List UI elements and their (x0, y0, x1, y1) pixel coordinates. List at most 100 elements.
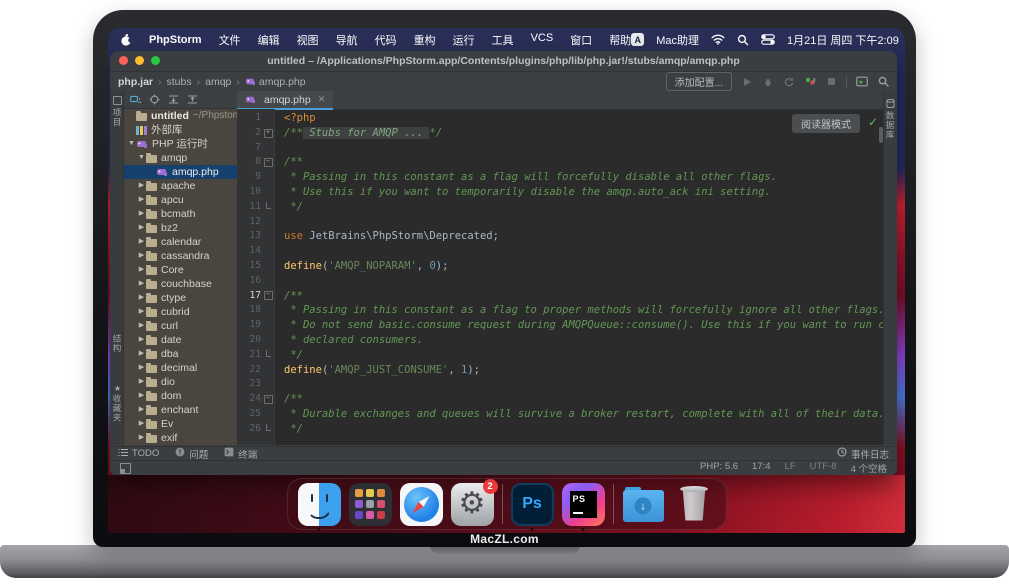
menu-item-2[interactable]: 视图 (297, 32, 319, 48)
inspections-ok-icon[interactable]: ✓ (868, 115, 878, 129)
code-line-24[interactable]: 24−/** (237, 392, 884, 407)
code-line-18[interactable]: 18 * Passing in this constant as a flag … (237, 303, 884, 318)
code-line-1[interactable]: 1<?php (237, 111, 884, 126)
tree-item-Ev[interactable]: ▶Ev (124, 417, 237, 431)
tree-arrow-icon[interactable]: ▶ (137, 305, 146, 319)
breadcrumb-item-3[interactable]: amqp.php (245, 76, 306, 88)
code-line-11[interactable]: 11 */ (237, 200, 884, 215)
control-center-icon[interactable] (761, 34, 775, 45)
code-line-20[interactable]: 20 * declared consumers. (237, 333, 884, 348)
profiler-button[interactable] (804, 76, 816, 88)
tree-arrow-icon[interactable]: ▶ (137, 249, 146, 263)
menu-item-4[interactable]: 代码 (375, 32, 397, 48)
dock-icon-phpstorm[interactable]: PS (562, 483, 605, 526)
run-anything-button[interactable] (856, 76, 868, 88)
tree-item-calendar[interactable]: ▶calendar (124, 235, 237, 249)
tree-item-bz2[interactable]: ▶bz2 (124, 221, 237, 235)
tool-tab-favorites[interactable]: ★收藏夹 (110, 384, 123, 423)
tree-item-PHP 运行时[interactable]: ▼PHP 运行时 (124, 137, 237, 151)
tree-item-apache[interactable]: ▶apache (124, 179, 237, 193)
fold-marker-icon[interactable]: + (261, 126, 275, 141)
code-line-23[interactable]: 23 (237, 377, 884, 392)
tree-item-curl[interactable]: ▶curl (124, 319, 237, 333)
menu-item-3[interactable]: 导航 (336, 32, 358, 48)
event-log-button[interactable]: 事件日志 (837, 447, 889, 461)
tree-arrow-icon[interactable]: ▶ (137, 193, 146, 207)
fold-marker-icon[interactable] (261, 348, 275, 363)
input-source-icon[interactable]: A (631, 33, 644, 46)
code-line-14[interactable]: 14 (237, 244, 884, 259)
终端-toolwindow-button[interactable]: 终端 (224, 447, 257, 461)
dock-icon-photoshop[interactable]: Ps (511, 483, 554, 526)
tree-arrow-icon[interactable]: ▶ (137, 263, 146, 277)
dock-icon-trash[interactable] (673, 483, 716, 526)
code-line-19[interactable]: 19 * Do not send basic.consume request d… (237, 318, 884, 333)
status-item-4[interactable]: 4 个空格 (851, 461, 887, 475)
tree-arrow-icon[interactable]: ▶ (137, 207, 146, 221)
search-button[interactable] (877, 76, 889, 88)
locate-icon[interactable] (149, 94, 160, 105)
run-configurations-button[interactable]: 添加配置... (666, 72, 732, 91)
code-line-16[interactable]: 16 (237, 274, 884, 289)
tree-arrow-icon[interactable]: ▶ (137, 431, 146, 445)
tree-item-amqp.php[interactable]: amqp.php (124, 165, 237, 179)
dock-icon-downloads-folder[interactable]: ↓ (622, 483, 665, 526)
menu-item-0[interactable]: 文件 (219, 32, 241, 48)
menu-app-name[interactable]: PhpStorm (149, 34, 202, 46)
zoom-window-button[interactable] (151, 56, 160, 65)
tree-item-Core[interactable]: ▶Core (124, 263, 237, 277)
tree-arrow-icon[interactable]: ▶ (137, 221, 146, 235)
expand-all-icon[interactable] (168, 94, 179, 105)
tool-window-toggle-icon[interactable] (120, 463, 131, 474)
stop-button[interactable] (825, 76, 837, 88)
status-item-3[interactable]: UTF-8 (810, 461, 837, 475)
breadcrumb-item-1[interactable]: stubs (167, 76, 192, 88)
tree-item-ctype[interactable]: ▶ctype (124, 291, 237, 305)
tree-arrow-icon[interactable]: ▶ (137, 347, 146, 361)
tree-arrow-icon[interactable]: ▶ (137, 235, 146, 249)
menu-item-7[interactable]: 工具 (492, 32, 514, 48)
reader-mode-button[interactable]: 阅读器模式 (792, 114, 860, 133)
coverage-button[interactable] (783, 76, 795, 88)
status-item-2[interactable]: LF (785, 461, 796, 475)
code-line-17[interactable]: 17−/** (237, 289, 884, 304)
code-line-8[interactable]: 8−/** (237, 155, 884, 170)
tool-tab-project[interactable]: 项目 (110, 94, 123, 127)
fold-marker-icon[interactable]: − (261, 289, 275, 304)
menu-clock[interactable]: 1月21日 周四 下午2:09 (787, 32, 899, 48)
run-button[interactable] (741, 76, 753, 88)
tree-arrow-icon[interactable]: ▶ (137, 179, 146, 193)
tree-arrow-icon[interactable]: ▶ (137, 361, 146, 375)
menu-item-1[interactable]: 编辑 (258, 32, 280, 48)
assistant-menu-item[interactable]: Mac助理 (656, 32, 699, 48)
menu-item-8[interactable]: VCS (531, 32, 554, 48)
tree-item-exif[interactable]: ▶exif (124, 431, 237, 445)
close-window-button[interactable] (119, 56, 128, 65)
tree-item-enchant[interactable]: ▶enchant (124, 403, 237, 417)
tree-item-dio[interactable]: ▶dio (124, 375, 237, 389)
code-line-22[interactable]: 22define('AMQP_JUST_CONSUME', 1); (237, 363, 884, 378)
tree-item-cubrid[interactable]: ▶cubrid (124, 305, 237, 319)
menu-item-10[interactable]: 帮助 (609, 32, 631, 48)
fold-marker-icon[interactable] (261, 422, 275, 437)
code-line-10[interactable]: 10 * Use this if you want to temporarily… (237, 185, 884, 200)
code-line-2[interactable]: 2+/** Stubs for AMQP ... */ (237, 126, 884, 141)
tree-arrow-icon[interactable]: ▶ (137, 375, 146, 389)
tree-item-decimal[interactable]: ▶decimal (124, 361, 237, 375)
code-line-9[interactable]: 9 * Passing in this constant as a flag w… (237, 170, 884, 185)
fold-marker-icon[interactable]: − (261, 392, 275, 407)
fold-minus-icon[interactable]: − (264, 291, 273, 300)
fold-minus-icon[interactable]: − (264, 158, 273, 167)
code-line-12[interactable]: 12 (237, 215, 884, 230)
code-area[interactable]: 1<?php2+/** Stubs for AMQP ... */78−/**9… (237, 109, 884, 445)
tree-arrow-icon[interactable]: ▶ (137, 403, 146, 417)
tree-arrow-icon[interactable]: ▶ (137, 277, 146, 291)
debug-button[interactable] (762, 76, 774, 88)
collapse-all-icon[interactable] (187, 94, 198, 105)
dock-icon-finder[interactable] (298, 483, 341, 526)
code-line-15[interactable]: 15define('AMQP_NOPARAM', 0); (237, 259, 884, 274)
minimize-window-button[interactable] (135, 56, 144, 65)
code-line-25[interactable]: 25 * Durable exchanges and queues will s… (237, 407, 884, 422)
fold-plus-icon[interactable]: + (264, 129, 273, 138)
menu-item-6[interactable]: 运行 (453, 32, 475, 48)
